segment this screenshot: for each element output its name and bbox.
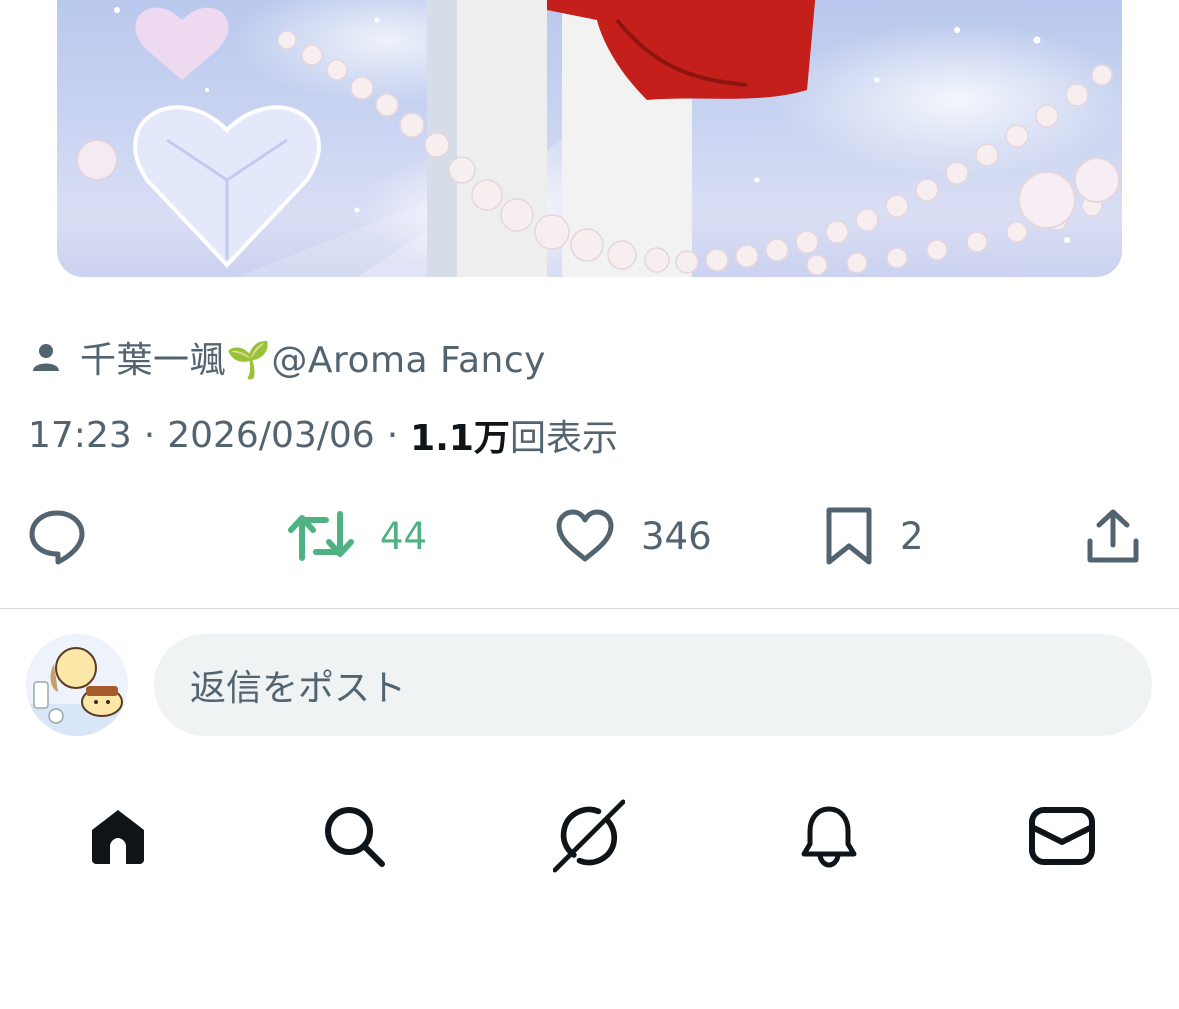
tweet-time[interactable]: 17:23	[28, 415, 132, 456]
tweet-action-bar: 44 346 2	[0, 500, 1179, 572]
avatar-image	[26, 634, 128, 736]
meta-separator: ·	[143, 414, 156, 456]
tweet-meta: 17:23 · 2026/03/06 · 1.1万 回表示	[28, 410, 618, 460]
photo-artwork	[76, 0, 1120, 277]
heart-icon	[556, 509, 614, 562]
tweet-detail-screen: 千葉一颯🌱@Aroma Fancy 17:23 · 2026/03/06 · 1…	[0, 0, 1179, 1009]
tab-home[interactable]	[82, 800, 154, 872]
retweet-button[interactable]: 44	[288, 500, 427, 572]
tweet-photo[interactable]	[57, 0, 1122, 277]
home-icon	[92, 810, 144, 864]
tab-grok[interactable]	[553, 799, 625, 873]
notifications-icon	[801, 806, 857, 868]
bookmark-icon	[826, 507, 872, 565]
reply-button[interactable]	[28, 500, 86, 572]
search-icon	[325, 807, 385, 867]
like-button[interactable]: 346	[555, 500, 712, 572]
retweet-count: 44	[380, 514, 428, 558]
retweet-icon	[288, 511, 354, 561]
person-icon	[33, 344, 59, 371]
tweet-date[interactable]: 2026/03/06	[167, 415, 375, 456]
divider	[0, 608, 1179, 609]
share-icon	[1087, 509, 1139, 563]
messages-icon	[1029, 807, 1095, 865]
author-label[interactable]: 千葉一颯🌱@Aroma Fancy	[80, 331, 546, 383]
bookmark-button[interactable]: 2	[824, 500, 924, 572]
grok-icon	[553, 799, 625, 873]
views-count[interactable]: 1.1万	[410, 409, 510, 461]
reply-placeholder: 返信をポスト	[190, 668, 407, 709]
reply-icon	[29, 510, 85, 565]
avatar[interactable]	[26, 634, 128, 736]
tab-search[interactable]	[318, 800, 390, 872]
tab-messages[interactable]	[1026, 800, 1098, 872]
tab-notifications[interactable]	[793, 800, 865, 872]
bookmark-count: 2	[900, 514, 924, 558]
like-count: 346	[641, 514, 712, 558]
tweet-source-row[interactable]: 千葉一颯🌱@Aroma Fancy	[30, 332, 546, 382]
meta-separator: ·	[386, 414, 399, 456]
share-button[interactable]	[1085, 500, 1141, 572]
reply-input[interactable]: 返信をポスト	[154, 634, 1152, 736]
views-label[interactable]: 回表示	[510, 409, 618, 461]
